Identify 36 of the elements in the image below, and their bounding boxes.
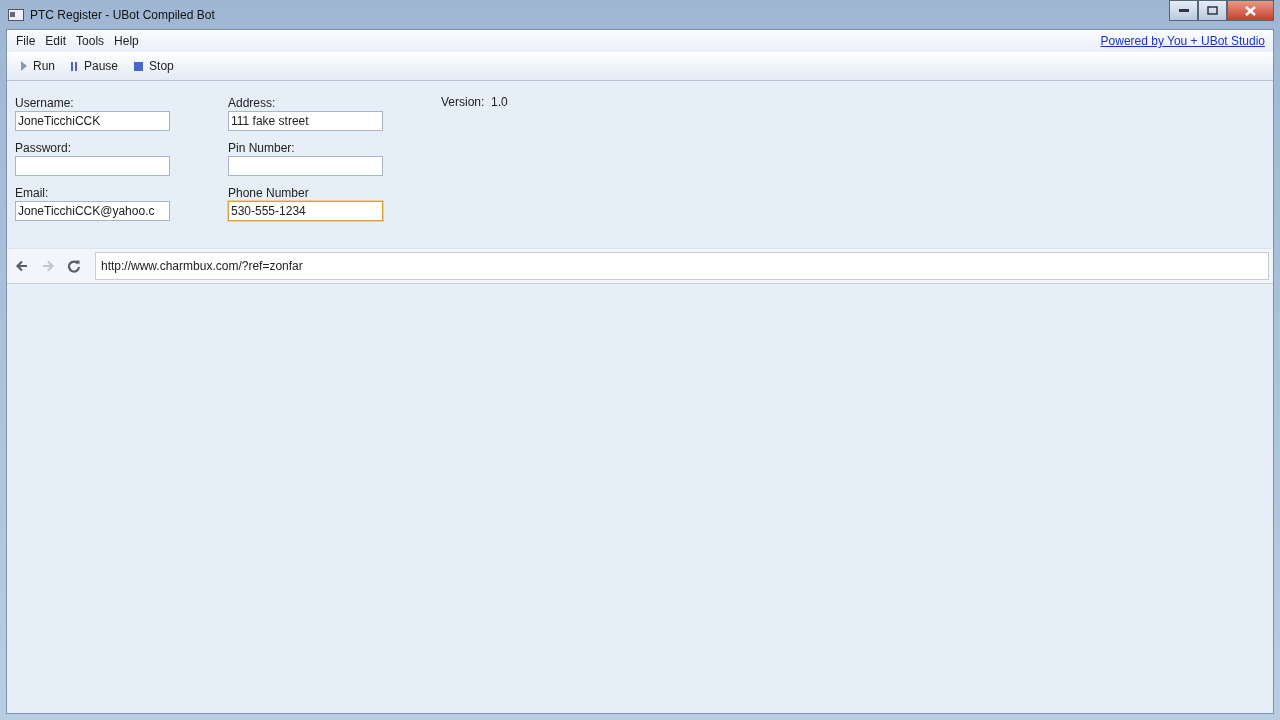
field-label: Password: [15, 141, 73, 156]
text-field[interactable] [228, 156, 383, 176]
play-icon [21, 61, 27, 71]
field-label: Address: [228, 96, 277, 111]
menu-item[interactable]: Help [109, 32, 144, 50]
minimize-icon [1178, 8, 1189, 13]
toolbar-run-button[interactable]: Run [15, 57, 61, 75]
arrow-icon [41, 259, 55, 273]
field-label: Pin Number: [228, 141, 296, 156]
powered-by-link[interactable]: Powered by You + UBot Studio [1100, 34, 1269, 48]
reload-icon [67, 259, 81, 273]
toolbar-stop-button[interactable]: Stop [128, 57, 180, 75]
window-app-icon [8, 8, 24, 21]
menu-item[interactable]: File [11, 32, 41, 50]
maximize-button[interactable] [1198, 0, 1227, 21]
menu-item[interactable]: Edit [40, 32, 72, 50]
maximize-icon [1207, 6, 1218, 15]
toolbar-pause-button[interactable]: Pause [65, 57, 125, 75]
url-field[interactable]: http://www.charmbux.com/?ref=zonfar [95, 252, 1269, 280]
menu-item[interactable]: Tools [71, 32, 110, 50]
window-title: PTC Register - UBot Compiled Bot [30, 7, 215, 22]
field-label: Email: [15, 186, 50, 201]
text-field[interactable]: 111 fake street [228, 111, 383, 131]
close-icon [1245, 5, 1256, 16]
close-button[interactable] [1227, 0, 1274, 21]
text-field[interactable]: JoneTicchiCCK [15, 111, 170, 131]
field-label: Username: [15, 96, 75, 111]
text-field[interactable]: JoneTicchiCCK@yahoo.c [15, 201, 170, 221]
stop-icon [134, 61, 144, 71]
text-field[interactable]: 530-555-1234 [228, 201, 383, 221]
version-label: Version: 1.0 [441, 95, 508, 111]
pause-icon [71, 61, 78, 71]
arrow-icon [15, 259, 29, 273]
field-label: Phone Number [228, 186, 310, 201]
text-field[interactable] [15, 156, 170, 176]
minimize-button[interactable] [1169, 0, 1198, 21]
